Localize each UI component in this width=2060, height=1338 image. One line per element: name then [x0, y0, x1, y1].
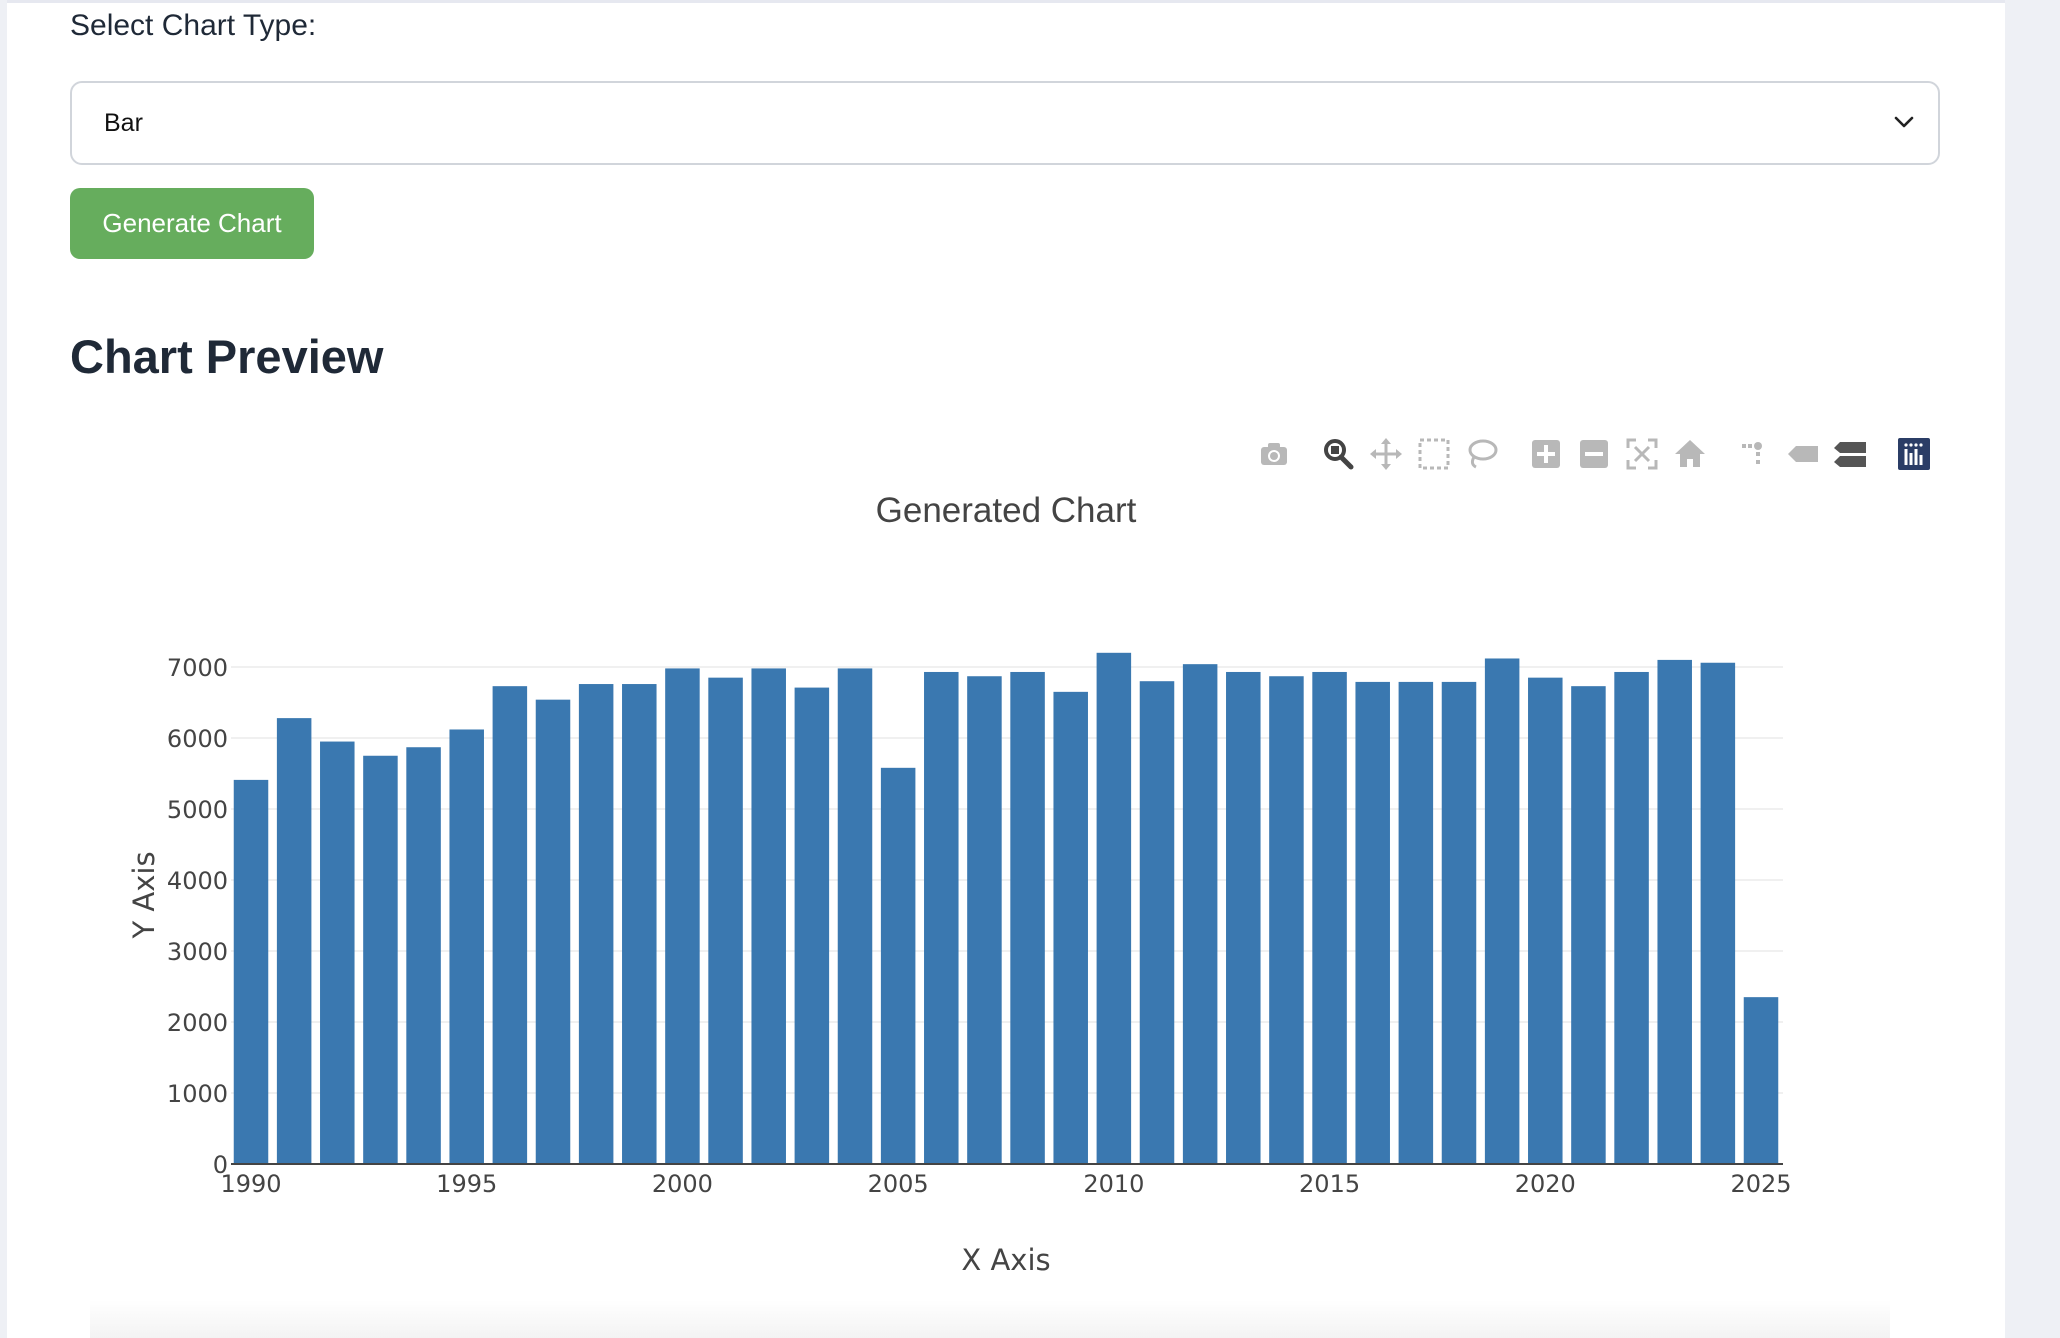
y-tick-label: 1000 — [167, 1080, 228, 1108]
y-tick-label: 3000 — [167, 938, 228, 966]
bar — [665, 668, 700, 1164]
bar — [1010, 671, 1045, 1164]
y-tick-label: 6000 — [167, 725, 228, 753]
bar — [924, 671, 959, 1164]
bar — [1398, 681, 1434, 1164]
bar — [967, 676, 1002, 1164]
bar — [1657, 659, 1692, 1164]
bar — [1355, 681, 1390, 1164]
bar — [837, 668, 873, 1164]
bar — [320, 741, 355, 1164]
x-axis-title: X Axis — [961, 1243, 1050, 1277]
bar — [1484, 658, 1520, 1164]
bar — [708, 677, 743, 1164]
bar — [1743, 997, 1779, 1164]
x-tick-label: 2015 — [1299, 1170, 1360, 1198]
x-tick-label: 2005 — [868, 1170, 929, 1198]
bar — [1139, 681, 1175, 1164]
bar — [1096, 652, 1132, 1164]
bar — [880, 767, 916, 1164]
bar — [578, 684, 614, 1164]
bar — [622, 684, 657, 1164]
x-tick-label: 2010 — [1083, 1170, 1144, 1198]
bar — [492, 686, 528, 1164]
bar — [1182, 664, 1218, 1164]
x-tick-label: 2000 — [652, 1170, 713, 1198]
x-tick-label: 1995 — [436, 1170, 497, 1198]
bar — [1571, 686, 1606, 1164]
x-tick-label: 2020 — [1515, 1170, 1576, 1198]
bar — [406, 747, 441, 1164]
x-tick-label: 2025 — [1730, 1170, 1791, 1198]
bar — [1528, 677, 1563, 1164]
bar — [449, 729, 484, 1164]
page-bottom-shadow — [90, 1300, 1890, 1338]
bar — [1441, 681, 1477, 1164]
bar — [363, 755, 398, 1164]
bar — [1614, 671, 1649, 1164]
bar — [751, 668, 786, 1164]
bar — [276, 718, 312, 1164]
bar — [1226, 671, 1261, 1164]
bar — [535, 699, 571, 1164]
x-tick-label: 1990 — [220, 1170, 281, 1198]
bar — [1312, 671, 1347, 1164]
y-tick-label: 5000 — [167, 796, 228, 824]
y-tick-label: 7000 — [167, 654, 228, 682]
bar — [1269, 676, 1304, 1164]
bar — [794, 687, 830, 1164]
bar — [1700, 662, 1736, 1164]
y-tick-label: 2000 — [167, 1009, 228, 1037]
bar — [233, 779, 269, 1164]
bar-chart: 010002000300040005000600070001990 1995 200… — [127, 652, 1792, 1277]
bar — [1053, 691, 1088, 1164]
y-tick-label: 4000 — [167, 867, 228, 895]
y-axis-title: Y Axis — [127, 851, 161, 939]
